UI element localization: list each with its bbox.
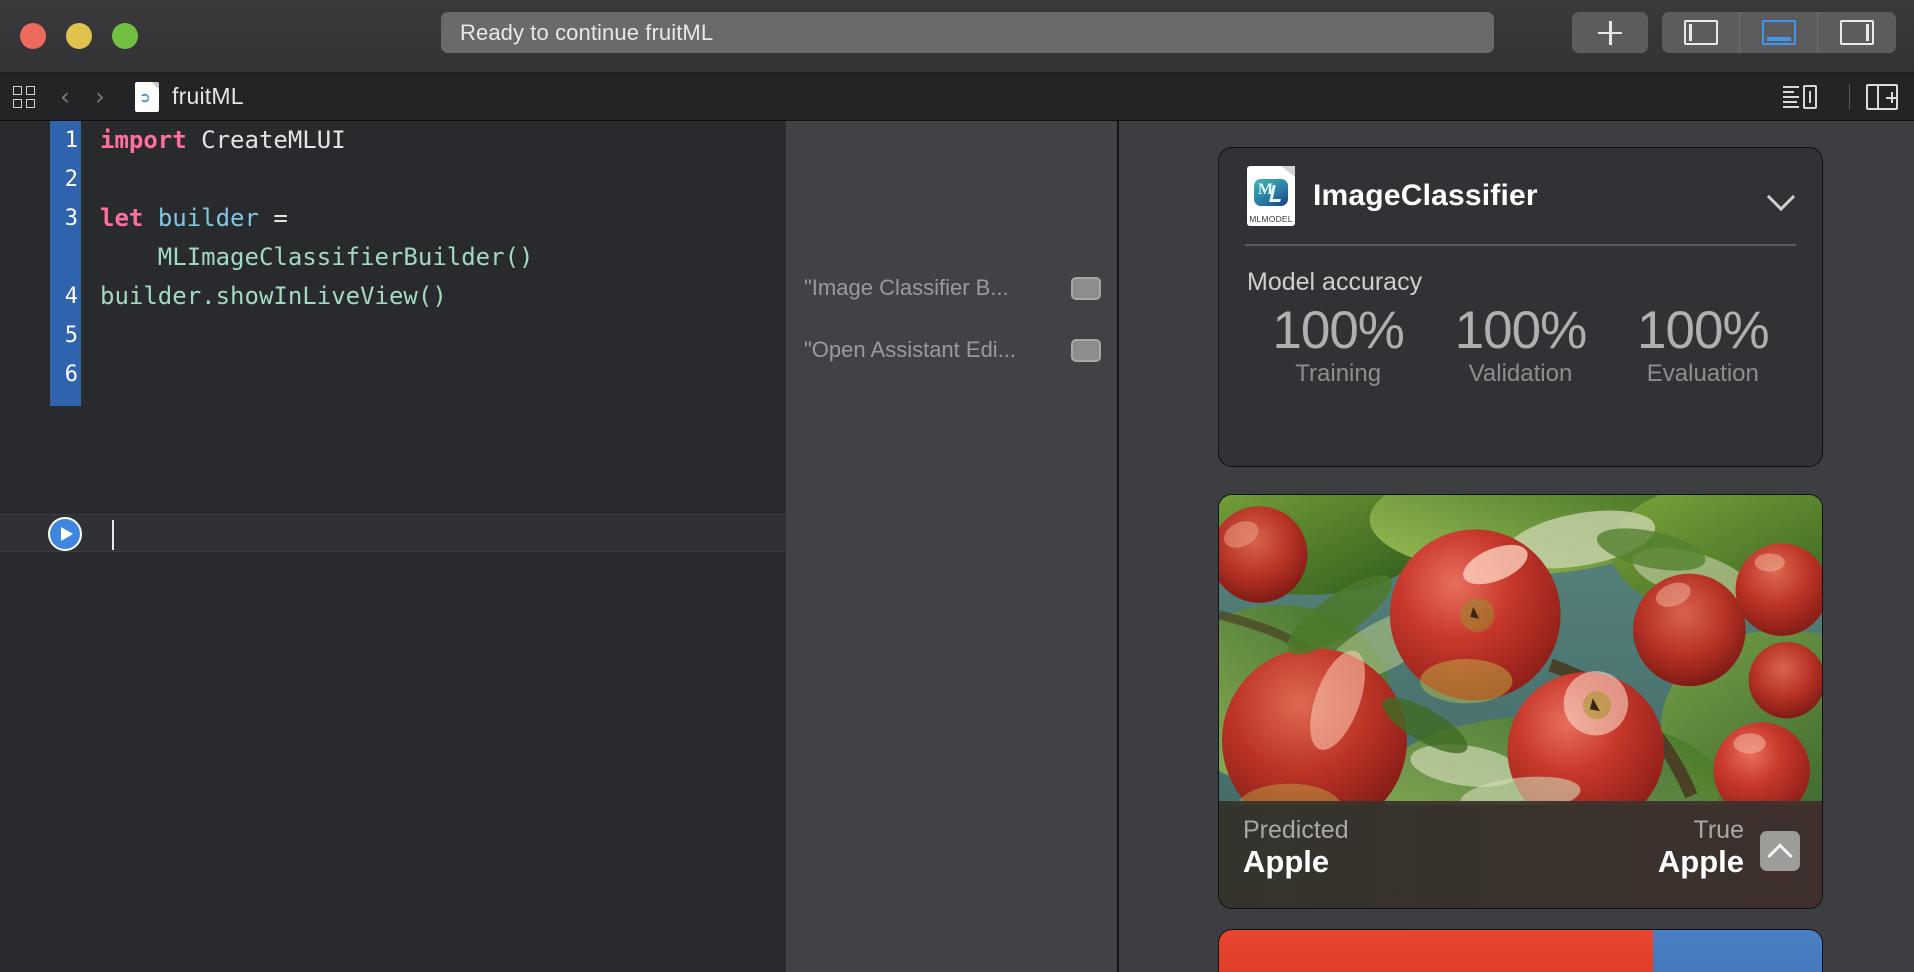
live-view-panel: MLMODEL ImageClassifier Model accuracy 1… [1119, 121, 1914, 972]
code-token: CreateMLUI [186, 126, 346, 154]
line-number: 1 [64, 128, 78, 153]
window-title-bar: Ready to continue fruitML [0, 0, 1914, 73]
accuracy-metrics: 100% Training 100% Validation 100% Evalu… [1247, 300, 1794, 389]
breadcrumb-right-tools [1783, 83, 1914, 110]
toolbar-divider [1849, 83, 1850, 110]
card-separator [1245, 244, 1796, 246]
add-editor-icon[interactable] [1866, 83, 1898, 110]
result-row[interactable]: "Image Classifier B... [786, 267, 1117, 309]
metric-caption: Training [1295, 360, 1382, 388]
metric-caption: Validation [1468, 360, 1573, 388]
code-line[interactable] [100, 316, 786, 355]
code-line[interactable]: builder.showInLiveView() [100, 277, 786, 316]
line-number: 4 [64, 284, 78, 309]
model-title: ImageClassifier [1313, 179, 1538, 212]
show-result-button[interactable] [1071, 338, 1101, 362]
close-window-button[interactable] [20, 23, 46, 49]
predicted-value: Apple [1243, 844, 1330, 880]
plus-icon [1598, 20, 1622, 45]
predicted-group: Predicted Apple [1243, 817, 1349, 882]
toolbar-right-group [1572, 12, 1896, 53]
inspector-pane-toggle[interactable] [1818, 12, 1896, 53]
right-pane-icon [1840, 20, 1874, 45]
left-pane-icon [1683, 20, 1718, 45]
code-line[interactable] [100, 160, 786, 199]
predicted-label: Predicted [1243, 816, 1349, 844]
code-line[interactable]: let builder = [100, 199, 786, 238]
metric-value: 100% [1454, 300, 1588, 360]
metric-value: 100% [1637, 300, 1770, 360]
code-token: MLImageClassifierBuilder() [100, 243, 534, 271]
next-prediction-photo [1219, 930, 1822, 972]
source-code[interactable]: import CreateMLUI let builder = MLImageC… [100, 121, 786, 394]
true-value: Apple [1657, 844, 1744, 880]
code-line[interactable]: MLImageClassifierBuilder() [100, 238, 786, 277]
line-number: 5 [64, 323, 78, 348]
prediction-photo [1219, 495, 1822, 805]
next-prediction-card[interactable] [1218, 929, 1823, 972]
forward-chevron-icon[interactable]: › [95, 82, 105, 111]
status-text: Ready to continue fruitML [460, 19, 714, 45]
mlmodel-icon: MLMODEL [1247, 166, 1295, 226]
model-summary-card[interactable]: MLMODEL ImageClassifier Model accuracy 1… [1218, 147, 1823, 467]
line-number [46, 238, 78, 277]
code-line[interactable]: import CreateMLUI [100, 121, 786, 160]
metric-value: 100% [1272, 300, 1405, 360]
true-group: True Apple [1658, 817, 1744, 882]
current-line-highlight [0, 514, 786, 552]
text-caret [112, 520, 114, 550]
show-result-button[interactable] [1071, 276, 1101, 300]
status-field[interactable]: Ready to continue fruitML [441, 12, 1494, 53]
code-token: = [258, 204, 288, 232]
metric-caption: Evaluation [1646, 360, 1759, 388]
related-items-icon[interactable] [12, 84, 38, 110]
code-token: let [100, 204, 144, 232]
code-token: builder.showInLiveView() [100, 282, 447, 310]
run-playground-button[interactable] [48, 517, 82, 551]
prediction-card[interactable]: Predicted Apple True Apple [1218, 494, 1823, 909]
line-number: 2 [64, 167, 78, 192]
true-label: True [1693, 816, 1744, 844]
line-number: 6 [64, 362, 78, 387]
code-token: builder [157, 204, 259, 232]
breadcrumb-bar: ‹ › ➲ fruitML [0, 73, 1914, 121]
minimize-window-button[interactable] [66, 23, 92, 49]
playground-results-sidebar[interactable]: "Image Classifier B... "Open Assistant Ed… [786, 121, 1117, 972]
model-accuracy-label: Model accuracy [1247, 267, 1423, 296]
code-editor[interactable]: 1 2 3 4 5 6 import CreateMLUI let builder = M… [0, 121, 786, 972]
code-line[interactable] [100, 355, 786, 394]
traffic-lights [20, 23, 138, 49]
mlmodel-icon-label: MLMODEL [1249, 214, 1293, 224]
code-token: import [100, 126, 187, 154]
metric-validation: 100% Validation [1429, 300, 1611, 389]
play-icon [60, 527, 73, 541]
breadcrumb-file-name[interactable]: fruitML [172, 83, 244, 110]
chevron-down-icon[interactable] [1768, 183, 1794, 209]
line-numbers: 1 2 3 4 5 6 [46, 121, 84, 394]
model-card-header: MLMODEL ImageClassifier [1247, 148, 1794, 244]
line-number: 3 [64, 206, 78, 231]
metric-training: 100% Training [1247, 300, 1429, 389]
editor-layout-segmented-control [1662, 12, 1896, 53]
result-text: "Open Assistant Edi... [804, 337, 1017, 362]
metric-evaluation: 100% Evaluation [1612, 300, 1794, 389]
zoom-window-button[interactable] [112, 23, 138, 49]
bottom-pane-icon [1761, 20, 1796, 45]
prediction-labels-bar: Predicted Apple True Apple [1219, 801, 1822, 908]
back-chevron-icon[interactable]: ‹ [60, 82, 70, 111]
minimap-icon[interactable] [1783, 84, 1817, 110]
navigator-pane-toggle[interactable] [1662, 12, 1740, 53]
result-text: "Image Classifier B... [804, 275, 1009, 300]
swift-file-icon: ➲ [135, 81, 159, 112]
result-row[interactable]: "Open Assistant Edi... [786, 329, 1117, 371]
debug-pane-toggle[interactable] [1740, 12, 1818, 53]
collapse-prediction-button[interactable] [1760, 831, 1800, 871]
add-button[interactable] [1572, 12, 1648, 53]
